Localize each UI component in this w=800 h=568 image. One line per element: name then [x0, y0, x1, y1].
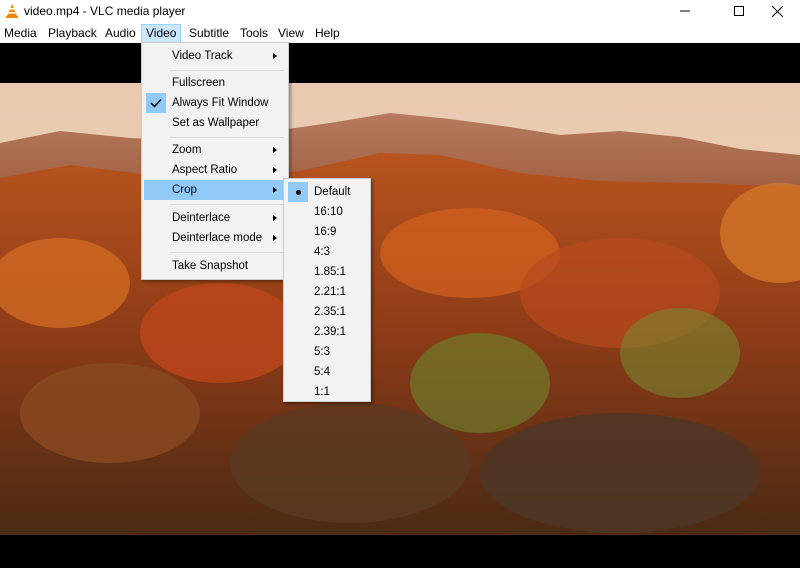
menu-subtitle[interactable]: Subtitle: [185, 24, 233, 43]
menu-separator: [170, 70, 284, 71]
maximize-icon: [734, 6, 744, 16]
menu-item-label: Deinterlace mode: [172, 232, 263, 244]
crop-option-default[interactable]: Default: [286, 182, 368, 202]
menu-help[interactable]: Help: [311, 24, 344, 43]
submenu-arrow-icon: [273, 187, 277, 193]
menu-item-deinterlace-mode[interactable]: Deinterlace mode: [144, 228, 286, 248]
menu-separator: [170, 252, 284, 253]
menu-audio[interactable]: Audio: [101, 24, 140, 43]
menu-item-label: Set as Wallpaper: [172, 117, 260, 129]
crop-option-16-9[interactable]: 16:9: [286, 222, 368, 242]
menu-tools[interactable]: Tools: [236, 24, 272, 43]
crop-option-5-4[interactable]: 5:4: [286, 362, 368, 382]
crop-option-label: 2.39:1: [314, 326, 346, 338]
menu-item-label: Deinterlace: [172, 212, 231, 224]
video-frame: [0, 83, 800, 535]
menu-item-deinterlace[interactable]: Deinterlace: [144, 208, 286, 228]
video-area[interactable]: [0, 43, 800, 568]
menu-view[interactable]: View: [274, 24, 308, 43]
submenu-arrow-icon: [273, 167, 277, 173]
crop-option-label: 2.21:1: [314, 286, 346, 298]
menu-item-video-track[interactable]: Video Track: [144, 46, 286, 66]
menu-video[interactable]: Video: [141, 24, 182, 43]
crop-option-2-35-1[interactable]: 2.35:1: [286, 302, 368, 322]
crop-option-label: 16:10: [314, 206, 343, 218]
menu-playback[interactable]: Playback: [44, 24, 101, 43]
window-title: video.mp4 - VLC media player: [24, 4, 186, 18]
video-menu-dropdown: Video Track Fullscreen Always Fit Window…: [141, 42, 289, 280]
menu-separator: [170, 137, 284, 138]
menu-item-take-snapshot[interactable]: Take Snapshot: [144, 256, 286, 276]
title-bar: video.mp4 - VLC media player: [0, 0, 800, 22]
menu-item-fullscreen[interactable]: Fullscreen: [144, 73, 286, 93]
menu-bar: Media Playback Audio Video Subtitle Tool…: [0, 22, 800, 43]
menu-item-always-fit-window[interactable]: Always Fit Window: [144, 93, 286, 113]
crop-submenu-dropdown: Default 16:10 16:9 4:3 1.85:1 2.21:1 2.3…: [283, 178, 371, 402]
crop-option-label: 5:4: [314, 366, 330, 378]
crop-option-2-21-1[interactable]: 2.21:1: [286, 282, 368, 302]
menu-media[interactable]: Media: [0, 24, 41, 43]
menu-item-label: Video Track: [172, 50, 233, 62]
crop-option-1-1[interactable]: 1:1: [286, 382, 368, 402]
crop-option-label: 1:1: [314, 386, 330, 398]
menu-item-aspect-ratio[interactable]: Aspect Ratio: [144, 160, 286, 180]
crop-option-2-39-1[interactable]: 2.39:1: [286, 322, 368, 342]
menu-item-label: Crop: [172, 184, 197, 196]
menu-item-label: Take Snapshot: [172, 260, 249, 272]
crop-option-label: 5:3: [314, 346, 330, 358]
radio-selected-icon: [288, 182, 308, 202]
minimize-icon: [680, 10, 690, 12]
crop-option-label: 4:3: [314, 246, 330, 258]
menu-item-label: Aspect Ratio: [172, 164, 238, 176]
menu-item-crop[interactable]: Crop: [144, 180, 286, 200]
crop-option-label: 2.35:1: [314, 306, 346, 318]
close-button[interactable]: [754, 0, 800, 22]
submenu-arrow-icon: [273, 215, 277, 221]
crop-option-1-85-1[interactable]: 1.85:1: [286, 262, 368, 282]
submenu-arrow-icon: [273, 147, 277, 153]
crop-option-4-3[interactable]: 4:3: [286, 242, 368, 262]
menu-item-zoom[interactable]: Zoom: [144, 140, 286, 160]
menu-item-label: Zoom: [172, 144, 202, 156]
checkmark-icon: [146, 93, 166, 113]
minimize-button[interactable]: [662, 0, 708, 22]
menu-item-label: Fullscreen: [172, 77, 226, 89]
crop-option-label: Default: [314, 186, 351, 198]
submenu-arrow-icon: [273, 235, 277, 241]
menu-item-label: Always Fit Window: [172, 97, 269, 109]
close-icon: [771, 5, 783, 17]
menu-separator: [170, 204, 284, 205]
crop-option-5-3[interactable]: 5:3: [286, 342, 368, 362]
submenu-arrow-icon: [273, 53, 277, 59]
crop-option-16-10[interactable]: 16:10: [286, 202, 368, 222]
vlc-cone-icon: [6, 4, 18, 18]
menu-item-set-as-wallpaper[interactable]: Set as Wallpaper: [144, 113, 286, 133]
crop-option-label: 16:9: [314, 226, 337, 238]
crop-option-label: 1.85:1: [314, 266, 346, 278]
